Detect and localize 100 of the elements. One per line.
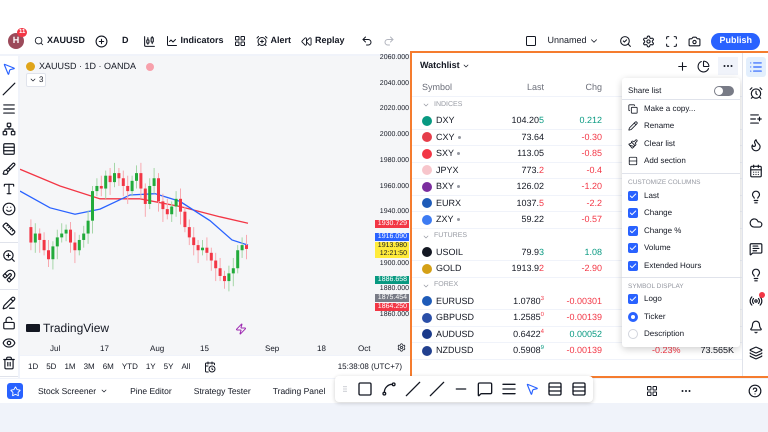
share-toggle[interactable]: [714, 86, 734, 96]
symbol-name[interactable]: BXY: [436, 180, 454, 194]
zoom-in-icon[interactable]: [2, 249, 16, 263]
range-button[interactable]: 5D: [46, 361, 56, 373]
brush-icon[interactable]: [2, 162, 16, 176]
range-button[interactable]: 1Y: [146, 361, 156, 373]
favorites-button[interactable]: [7, 383, 23, 399]
fullscreen-icon[interactable]: [665, 34, 678, 48]
watchlist-title[interactable]: Watchlist: [420, 59, 470, 73]
checkbox[interactable]: [628, 294, 638, 304]
path-icon[interactable]: [381, 381, 397, 397]
menu-item[interactable]: Make a copy...: [622, 100, 740, 118]
cursor-icon[interactable]: [2, 62, 16, 76]
rectangle-icon[interactable]: [357, 381, 373, 397]
option-label[interactable]: Extended Hours: [644, 260, 702, 272]
range-button[interactable]: 6M: [102, 361, 114, 373]
range-button[interactable]: 3M: [84, 361, 95, 373]
symbol-name[interactable]: CXY: [436, 130, 455, 144]
line-icon[interactable]: [405, 381, 421, 397]
range-button[interactable]: 1D: [28, 361, 38, 373]
symbol-name[interactable]: GBPUSD: [436, 311, 474, 324]
symbol-name[interactable]: ZXY: [436, 213, 454, 226]
lightning-icon[interactable]: [235, 323, 247, 335]
add-symbol-icon[interactable]: [676, 60, 690, 72]
option-label[interactable]: Change: [644, 207, 672, 220]
search-icon: [34, 36, 44, 46]
symbol-name[interactable]: EURUSD: [436, 294, 474, 308]
drag-handle-icon[interactable]: [341, 384, 349, 394]
pie-chart-icon[interactable]: [697, 60, 710, 72]
symbol-name[interactable]: USOIL: [436, 246, 464, 259]
candlestick-icon[interactable]: [142, 34, 156, 48]
parallel-lines-icon[interactable]: [501, 381, 517, 397]
cursor-icon[interactable]: [525, 382, 539, 396]
ruler-icon[interactable]: [2, 222, 16, 236]
add-symbol-icon[interactable]: [95, 34, 108, 48]
symbol-name[interactable]: SXY: [436, 147, 454, 160]
symbol-search[interactable]: XAUUSD: [34, 34, 86, 48]
panel-tab[interactable]: Trading Panel: [272, 384, 326, 398]
symbol-name[interactable]: JPYX: [436, 164, 459, 177]
checkbox[interactable]: [628, 226, 638, 236]
menu-item[interactable]: Clear list: [622, 135, 740, 152]
interval-button[interactable]: D: [118, 34, 133, 48]
range-button[interactable]: YTD: [122, 361, 138, 373]
grid-icon[interactable]: [646, 385, 658, 397]
grid-icon[interactable]: [234, 35, 246, 47]
option-label[interactable]: Ticker: [644, 310, 666, 323]
symbol-name[interactable]: DXY: [436, 114, 455, 128]
user-avatar[interactable]: H: [8, 33, 24, 49]
layout-name-button[interactable]: Unnamed: [547, 34, 600, 48]
symbol-name[interactable]: GOLD: [436, 262, 462, 276]
undo-icon[interactable]: [360, 35, 373, 47]
checkbox[interactable]: [628, 208, 638, 218]
axis-settings-icon[interactable]: [397, 343, 406, 352]
checkbox[interactable]: [628, 190, 638, 201]
range-button[interactable]: 5Y: [164, 361, 174, 373]
go-to-date-icon[interactable]: [204, 361, 216, 373]
help-icon[interactable]: [748, 384, 762, 398]
last-price: 79.93: [520, 246, 544, 258]
range-button[interactable]: 1M: [64, 361, 76, 373]
symbol-name[interactable]: NZDUSD: [436, 344, 474, 358]
parallel-lines-icon[interactable]: [2, 102, 16, 116]
quick-search-icon[interactable]: [619, 34, 632, 48]
panel-tab[interactable]: Strategy Tester: [194, 384, 251, 398]
option-label[interactable]: Description: [644, 328, 684, 340]
panel-tab[interactable]: Pine Editor: [130, 384, 172, 398]
camera-icon[interactable]: [688, 34, 702, 48]
range-button[interactable]: All: [181, 361, 190, 373]
trash-icon[interactable]: [2, 356, 16, 370]
unlock-icon[interactable]: [2, 316, 16, 330]
radio-button[interactable]: [628, 312, 638, 322]
smiley-icon[interactable]: [2, 202, 16, 216]
indicators-toggle[interactable]: 3: [26, 73, 46, 87]
column-header[interactable]: Chg: [544, 80, 602, 94]
publish-button[interactable]: Publish: [711, 32, 760, 50]
symbol-name[interactable]: AUDUSD: [436, 328, 474, 341]
checkbox[interactable]: [628, 260, 638, 271]
option-label[interactable]: Volume: [644, 242, 671, 254]
symbol-name[interactable]: EURX: [436, 196, 462, 210]
option-label[interactable]: Logo: [644, 293, 662, 306]
column-header[interactable]: Symbol: [422, 80, 452, 94]
column-header[interactable]: Last: [474, 80, 544, 94]
option-label[interactable]: Last: [644, 190, 660, 202]
checkbox[interactable]: [628, 243, 638, 254]
magnet-icon[interactable]: [2, 269, 16, 283]
menu-item[interactable]: Add section: [622, 152, 740, 170]
text-icon[interactable]: [2, 182, 16, 196]
more-button[interactable]: [718, 57, 738, 75]
eye-icon[interactable]: [2, 336, 16, 350]
option-label[interactable]: Change %: [644, 224, 682, 237]
trend-line-icon[interactable]: [2, 82, 16, 96]
layout-icon[interactable]: [525, 35, 538, 47]
settings-icon[interactable]: [642, 34, 656, 48]
panel-tab[interactable]: Stock Screener: [38, 384, 108, 398]
collapse-icon[interactable]: [422, 101, 430, 109]
pencil-icon[interactable]: [2, 296, 16, 310]
callout-icon[interactable]: [477, 381, 493, 397]
alert-button[interactable]: Alert: [256, 34, 292, 48]
replay-button[interactable]: Replay: [301, 34, 345, 48]
indicators-button[interactable]: Indicators: [166, 34, 224, 48]
menu-item[interactable]: Rename: [622, 118, 740, 135]
